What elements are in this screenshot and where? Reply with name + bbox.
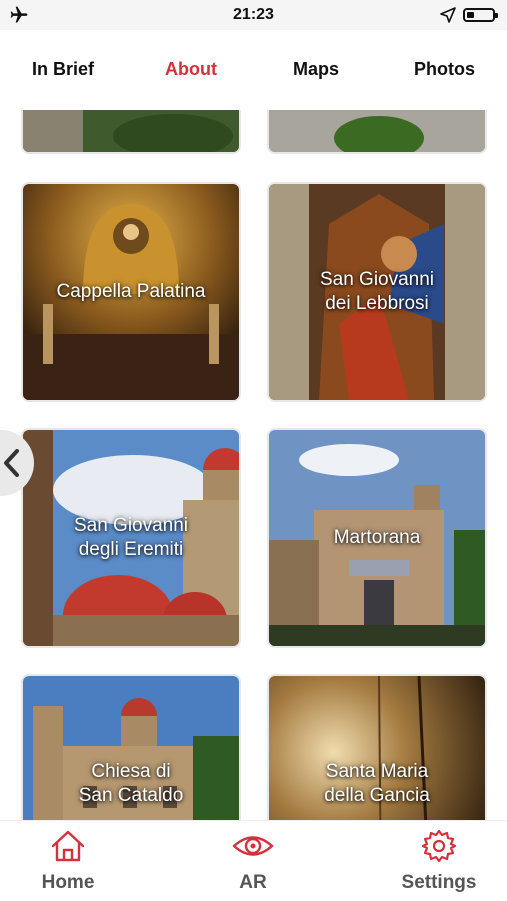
tab-photos[interactable]: Photos	[414, 59, 475, 80]
place-card[interactable]	[23, 110, 239, 152]
place-label: Martorana	[333, 527, 421, 548]
chevron-left-icon	[4, 449, 19, 477]
bottom-nav: Home AR Settings	[0, 820, 507, 901]
active-tab-indicator	[183, 101, 201, 110]
status-bar: 21:23	[0, 0, 507, 30]
settings-gear-icon	[421, 829, 457, 863]
place-photo	[269, 110, 485, 152]
places-grid: Cappella Palatina San Giovanni dei Lebbro…	[0, 110, 507, 820]
place-label: Cappella Palatina	[56, 281, 206, 302]
eye-icon	[232, 836, 274, 856]
location-arrow-icon	[440, 7, 456, 23]
place-label: San Giovanni degli Eremiti	[73, 515, 189, 560]
battery-icon	[463, 8, 498, 22]
place-card[interactable]	[269, 110, 485, 152]
place-label: San Giovanni dei Lebbrosi	[319, 269, 435, 314]
nav-settings-label: Settings	[401, 872, 477, 893]
place-card-cappella-palatina[interactable]: Cappella Palatina	[23, 184, 239, 400]
tab-maps[interactable]: Maps	[293, 59, 339, 80]
place-card-san-giovanni-dei-lebbrosi[interactable]: San Giovanni dei Lebbrosi	[269, 184, 485, 400]
place-card-san-giovanni-degli-eremiti[interactable]: San Giovanni degli Eremiti	[23, 430, 239, 646]
nav-home[interactable]: Home	[13, 829, 123, 894]
tab-bar: In Brief About Maps Photos	[0, 30, 507, 110]
nav-settings[interactable]: Settings	[384, 829, 494, 894]
place-photo	[23, 110, 239, 152]
tab-about[interactable]: About	[165, 59, 217, 80]
place-card-martorana[interactable]: Martorana	[269, 430, 485, 646]
place-label: Chiesa di San Cataldo	[78, 761, 184, 806]
nav-home-label: Home	[41, 872, 95, 893]
nav-ar[interactable]: AR	[198, 829, 308, 894]
status-time: 21:23	[233, 6, 274, 23]
place-card-chiesa-di-san-cataldo[interactable]: Chiesa di San Cataldo	[23, 676, 239, 820]
place-label: Santa Maria della Gancia	[324, 761, 430, 806]
tab-in-brief[interactable]: In Brief	[32, 59, 94, 80]
place-card-santa-maria-della-gancia[interactable]: Santa Maria della Gancia	[269, 676, 485, 820]
home-icon	[51, 830, 85, 862]
nav-ar-label: AR	[239, 872, 267, 893]
